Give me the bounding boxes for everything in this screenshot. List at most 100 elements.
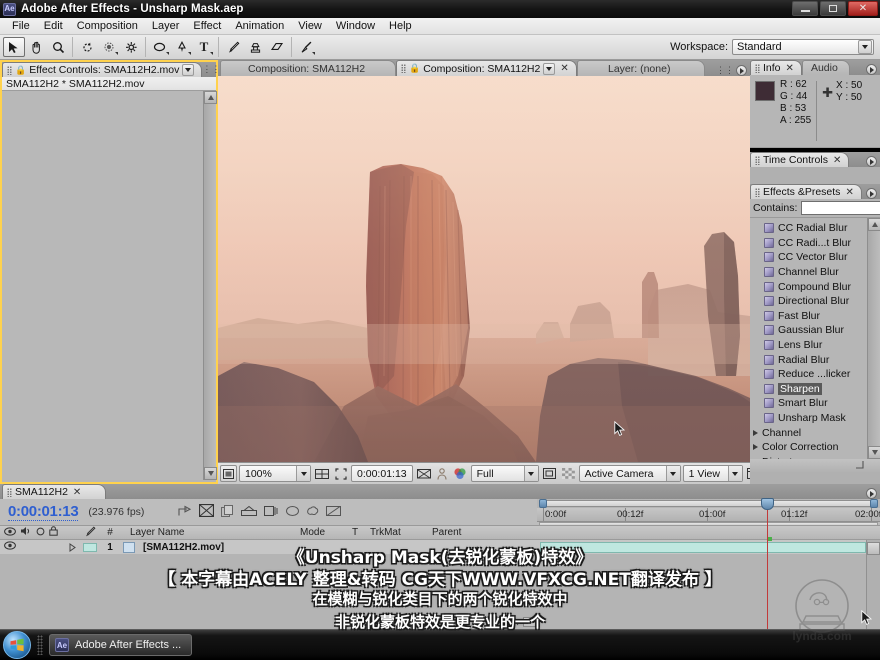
effect-item[interactable]: Channel Blur	[750, 265, 880, 280]
label-color-icon[interactable]	[84, 525, 96, 540]
tab-composition-inactive[interactable]: Composition: SMA112H2	[220, 60, 396, 76]
close-button[interactable]: ✕	[848, 1, 878, 16]
effect-item[interactable]: CC Radial Blur	[750, 221, 880, 236]
effect-item[interactable]: Lens Blur	[750, 338, 880, 353]
view-layout-dropdown[interactable]: 1 View	[682, 465, 743, 482]
take-snapshot-icon[interactable]	[415, 465, 433, 482]
zoom-handle-right[interactable]	[870, 499, 878, 508]
drag-grip-icon[interactable]	[401, 64, 406, 73]
always-preview-icon[interactable]	[220, 465, 237, 482]
panel-options-icon[interactable]	[866, 156, 877, 167]
effect-category-channel[interactable]: Channel	[750, 425, 880, 440]
selection-tool[interactable]	[3, 37, 25, 57]
start-button[interactable]	[3, 631, 31, 659]
panel-options-icon[interactable]	[866, 188, 877, 199]
time-ruler[interactable]: 0:00f 00:12f 01:00f 01:12f 02:00f	[537, 508, 880, 522]
zoom-tool[interactable]	[47, 37, 69, 57]
timeline-zoom-scrollbar[interactable]	[537, 499, 880, 508]
comp-marker-icon[interactable]	[867, 542, 880, 555]
layer-label-color-swatch[interactable]	[83, 542, 97, 552]
scroll-up-icon[interactable]	[204, 91, 217, 104]
effect-item[interactable]: Reduce ...licker	[750, 367, 880, 382]
scroll-down-icon[interactable]	[868, 446, 880, 459]
scroll-down-icon[interactable]	[204, 467, 217, 480]
row-video-visibility-icon[interactable]	[4, 541, 16, 553]
panel-options-icon[interactable]	[736, 65, 747, 76]
effect-item[interactable]: Radial Blur	[750, 352, 880, 367]
close-tab-icon[interactable]: ✕	[786, 63, 794, 74]
draft-3d-icon[interactable]	[199, 503, 215, 520]
drag-grip-icon[interactable]	[7, 487, 12, 497]
close-tab-icon[interactable]: ✕	[833, 155, 841, 166]
timeline-current-time[interactable]: 0:00:01:13	[8, 503, 79, 521]
composition-panel-menu[interactable]: ⋮⋮	[716, 65, 750, 76]
viewer-timecode-field[interactable]: 0:00:01:13	[351, 465, 413, 482]
enable-frame-blending-icon[interactable]	[241, 505, 258, 520]
rotation-tool[interactable]	[76, 37, 98, 57]
drag-grip-icon[interactable]	[7, 65, 12, 75]
panel-options-icon[interactable]	[866, 488, 877, 499]
effect-item[interactable]: CC Radi...t Blur	[750, 236, 880, 251]
effect-item[interactable]: Compound Blur	[750, 279, 880, 294]
hide-shy-layers-icon[interactable]	[221, 504, 234, 520]
composition-viewer[interactable]	[218, 76, 750, 462]
tab-effects-and-presets[interactable]: Effects &Presets ✕	[750, 184, 862, 199]
chevron-down-icon[interactable]	[523, 466, 538, 481]
puppet-pin-tool[interactable]	[295, 37, 317, 57]
effect-item[interactable]: Gaussian Blur	[750, 323, 880, 338]
tab-audio[interactable]: Audio	[801, 60, 850, 75]
scroll-up-icon[interactable]	[868, 218, 880, 231]
shape-tool[interactable]	[149, 37, 171, 57]
twirl-right-icon[interactable]	[753, 444, 758, 451]
pan-behind-tool[interactable]	[120, 37, 142, 57]
chevron-down-icon[interactable]	[543, 62, 556, 75]
chevron-down-icon[interactable]	[858, 40, 872, 54]
enable-motion-blur-icon[interactable]	[264, 505, 279, 520]
close-tab-icon[interactable]: ✕	[845, 187, 853, 198]
brainstorm-icon[interactable]	[306, 505, 319, 520]
effects-list[interactable]: CC Radial Blur CC Radi...t Blur CC Vecto…	[750, 217, 880, 459]
menu-item-effect[interactable]: Effect	[186, 19, 228, 33]
effect-item-unsharp-mask[interactable]: Unsharp Mask	[750, 411, 880, 426]
taskbar-grip-icon[interactable]	[37, 635, 43, 655]
close-tab-icon[interactable]: ✕	[73, 487, 81, 498]
menu-item-file[interactable]: File	[5, 19, 37, 33]
show-snapshot-icon[interactable]	[435, 465, 449, 482]
hand-tool[interactable]	[25, 37, 47, 57]
live-update-icon[interactable]	[178, 505, 192, 520]
zoom-handle-left[interactable]	[539, 499, 547, 508]
twirl-right-icon[interactable]	[753, 429, 758, 436]
chevron-down-icon[interactable]	[727, 466, 742, 481]
eraser-tool[interactable]	[266, 37, 288, 57]
graph-editor-icon[interactable]	[286, 505, 300, 520]
resolution-dropdown[interactable]: Full	[470, 465, 539, 482]
panel-options-icon[interactable]	[866, 64, 877, 75]
contains-input[interactable]	[801, 201, 880, 215]
effect-category-color-correction[interactable]: Color Correction	[750, 440, 880, 455]
drag-grip-icon[interactable]	[755, 63, 760, 73]
time-controls-panel-menu[interactable]	[866, 156, 880, 167]
transparency-grid-icon[interactable]	[560, 465, 577, 482]
region-of-interest-icon[interactable]	[333, 465, 349, 482]
effect-controls-scrollbar[interactable]	[203, 91, 217, 480]
effects-list-scrollbar[interactable]	[867, 218, 880, 459]
solo-icon[interactable]	[36, 527, 45, 539]
tab-composition-active[interactable]: 🔒 Composition: SMA112H2 ✕	[396, 60, 577, 76]
pen-tool[interactable]	[171, 37, 193, 57]
channels-icon[interactable]	[451, 465, 469, 482]
info-panel-menu[interactable]	[866, 64, 880, 75]
region-of-interest-toggle-icon[interactable]	[541, 465, 558, 482]
maximize-button[interactable]	[820, 1, 846, 16]
grid-guides-icon[interactable]	[313, 465, 331, 482]
timeline-zoom-slider[interactable]	[508, 617, 537, 627]
orbit-camera-tool[interactable]	[98, 37, 120, 57]
tab-timeline-comp[interactable]: SMA112H2 ✕	[2, 484, 106, 499]
chevron-down-icon[interactable]	[296, 466, 310, 481]
menu-item-composition[interactable]: Composition	[70, 19, 145, 33]
camera-dropdown[interactable]: Active Camera	[578, 465, 681, 482]
timeline-panel-menu[interactable]	[866, 488, 880, 499]
tab-dropdown-icon[interactable]	[182, 64, 195, 76]
brush-tool[interactable]	[222, 37, 244, 57]
effect-item[interactable]: CC Vector Blur	[750, 250, 880, 265]
drag-grip-icon[interactable]	[755, 155, 760, 165]
